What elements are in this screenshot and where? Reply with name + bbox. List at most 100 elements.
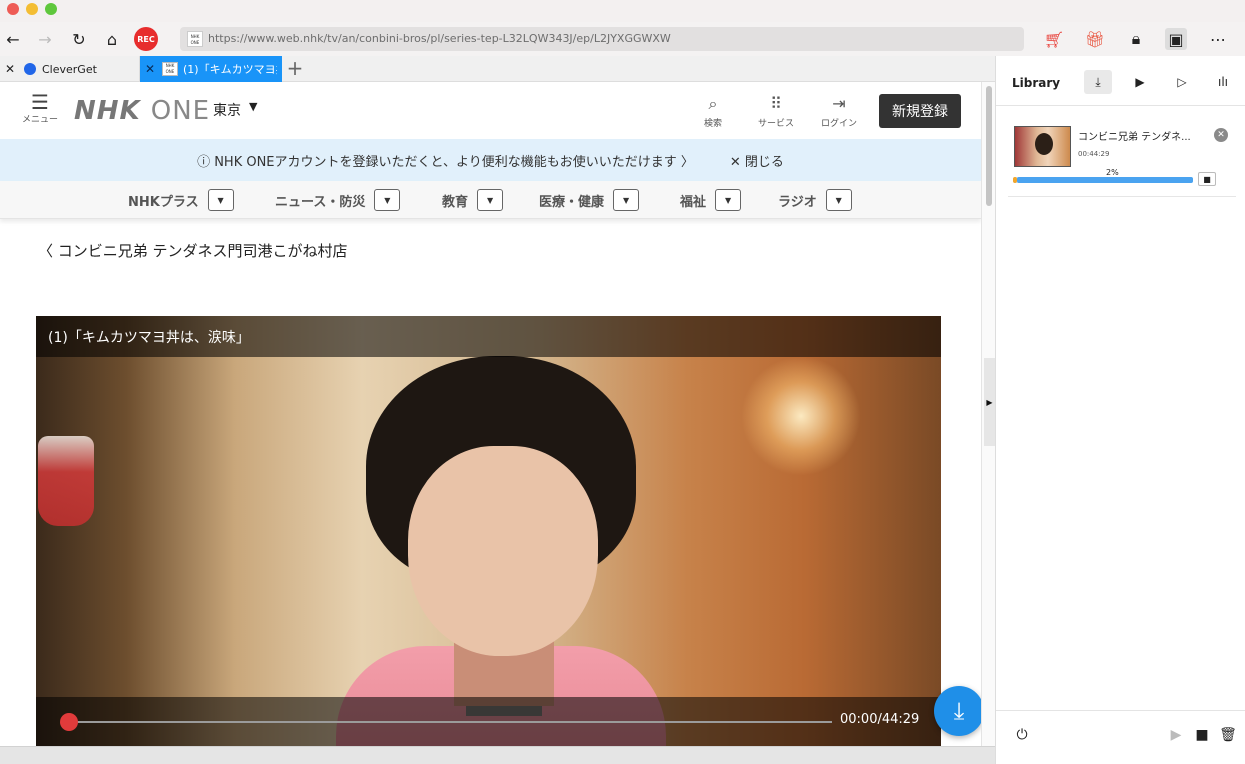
- downloads-tab-icon[interactable]: ⤓: [1084, 70, 1112, 94]
- tab-nhk-episode[interactable]: ✕ NHK ONE (1)「キムカツマヨ丼は、涙味」: [140, 56, 282, 82]
- region-selector[interactable]: 東京: [213, 100, 241, 120]
- zoom-window-button[interactable]: [45, 3, 57, 15]
- category-label: 福祉: [680, 194, 707, 210]
- url-text[interactable]: https://www.web.nhk/tv/an/conbini-bros/p…: [208, 32, 671, 45]
- menu-button[interactable]: ☰ メニュー: [20, 92, 60, 132]
- nhk-one-logo[interactable]: NHK ONE: [74, 96, 210, 126]
- close-window-button[interactable]: [7, 3, 19, 15]
- web-page: ☰ メニュー NHK ONE 東京 ▼ ⌕ 検索 ⠿ サービス ⇥ ログイン 新…: [0, 82, 981, 764]
- media-tab-icon[interactable]: ▷: [1168, 70, 1196, 94]
- trash-icon[interactable]: 🗑︎: [1218, 725, 1238, 745]
- caret-down-icon[interactable]: ▼: [477, 189, 504, 211]
- caret-down-icon[interactable]: ▼: [613, 189, 640, 211]
- category-label: ラジオ: [778, 194, 817, 210]
- category-news[interactable]: ニュース・防災 ▼: [275, 189, 401, 211]
- tab-close-icon[interactable]: ✕: [142, 62, 158, 76]
- video-frame-cup: [38, 436, 94, 526]
- seek-handle[interactable]: [60, 713, 78, 731]
- category-health[interactable]: 医療・健康 ▼: [539, 189, 640, 211]
- home-icon[interactable]: ⌂: [101, 28, 123, 50]
- series-breadcrumb[interactable]: 〈 コンビニ兄弟 テンダネス門司港こがね村店: [38, 240, 348, 261]
- scrollbar-thumb[interactable]: [986, 86, 992, 206]
- caret-down-icon[interactable]: ▼: [825, 189, 852, 211]
- tab-close-icon[interactable]: ✕: [2, 62, 18, 76]
- window-titlebar: [0, 0, 1245, 22]
- tab-label: (1)「キムカツマヨ丼は、涙味」: [183, 63, 277, 76]
- video-tab-icon[interactable]: ▶: [1126, 70, 1154, 94]
- menu-label: メニュー: [21, 115, 58, 125]
- download-item[interactable]: コンビニ兄弟 テンダネ... 00:44:29 ✕ 2% ■: [1008, 124, 1236, 196]
- account-banner: ⓘ NHK ONEアカウントを登録いただくと、より便利な機能もお使いいただけます…: [0, 139, 981, 181]
- category-nav: NHKプラス ▼ ニュース・防災 ▼ 教育 ▼ 医療・健康 ▼ 福祉 ▼ ラジオ…: [0, 181, 981, 219]
- back-arrow-icon[interactable]: ←: [2, 28, 24, 50]
- caret-down-icon[interactable]: ▼: [715, 189, 742, 211]
- banner-text[interactable]: ⓘ NHK ONEアカウントを登録いただくと、より便利な機能もお使いいただけます…: [197, 151, 694, 170]
- stop-icon[interactable]: ■: [1192, 725, 1212, 745]
- breadcrumb-text: コンビニ兄弟 テンダネス門司港こがね村店: [57, 242, 348, 260]
- login-button[interactable]: ⇥ ログイン: [809, 94, 869, 129]
- time-readout: 00:00/44:29: [840, 712, 920, 727]
- cart-icon[interactable]: 🛒︎: [1043, 28, 1065, 50]
- category-label: 医療・健康: [539, 194, 605, 210]
- category-education[interactable]: 教育 ▼: [442, 189, 504, 211]
- search-button[interactable]: ⌕ 検索: [683, 94, 743, 129]
- download-icon[interactable]: ⤓: [934, 686, 984, 736]
- browser-toolbar: ← → ↻ ⌂ REC NHK ONE https://www.web.nhk/…: [0, 22, 1245, 56]
- video-frame-face: [408, 446, 598, 656]
- library-toggle-icon[interactable]: ▣: [1165, 28, 1187, 50]
- library-footer: ⏻ ▶ ■ 🗑︎: [996, 710, 1245, 764]
- power-icon[interactable]: ⏻: [1012, 725, 1032, 745]
- search-label: 検索: [703, 119, 722, 129]
- progress-track: [1017, 177, 1193, 183]
- login-label: ログイン: [820, 119, 857, 129]
- library-header: Library ⤓ ▶ ▷ ılı: [996, 56, 1245, 106]
- seek-bar[interactable]: [68, 721, 832, 723]
- caret-down-icon[interactable]: ▼: [374, 189, 401, 211]
- player-title: (1)「キムカツマヨ丼は、涙味」: [48, 330, 250, 346]
- library-panel: Library ⤓ ▶ ▷ ılı コンビニ兄弟 テンダネ... 00:44:2…: [995, 56, 1245, 764]
- category-label: ニュース・防災: [275, 194, 366, 210]
- video-frame-lamp: [741, 356, 861, 476]
- gift-icon[interactable]: 🎁︎: [1084, 28, 1106, 50]
- lock-icon[interactable]: 🔒︎: [1125, 28, 1147, 50]
- url-bar[interactable]: NHK ONE https://www.web.nhk/tv/an/conbin…: [180, 27, 1024, 51]
- minimize-window-button[interactable]: [26, 3, 38, 15]
- nhk-favicon-icon: NHK ONE: [162, 62, 178, 76]
- forward-arrow-icon[interactable]: →: [34, 28, 56, 50]
- services-label: サービス: [757, 119, 794, 129]
- reload-icon[interactable]: ↻: [68, 28, 90, 50]
- remove-item-icon[interactable]: ✕: [1214, 128, 1228, 142]
- more-menu-icon[interactable]: ⋯: [1207, 28, 1229, 50]
- nhk-header: ☰ メニュー NHK ONE 東京 ▼ ⌕ 検索 ⠿ サービス ⇥ ログイン 新…: [0, 82, 981, 139]
- panel-collapse-icon[interactable]: ▶: [984, 358, 995, 446]
- logo-nhk-text: NHK: [74, 96, 141, 126]
- tab-cleverget[interactable]: ✕ CleverGet: [0, 56, 140, 82]
- login-icon: ⇥: [832, 94, 846, 113]
- banner-close-button[interactable]: ✕ 閉じる: [730, 151, 784, 170]
- caret-down-icon[interactable]: ▼: [207, 189, 234, 211]
- thumbnail-figure: [1035, 133, 1053, 155]
- progress-fill: [1013, 177, 1017, 183]
- category-label: 教育: [442, 194, 469, 210]
- library-title: Library: [1012, 76, 1061, 90]
- stop-item-icon[interactable]: ■: [1198, 172, 1216, 186]
- services-button[interactable]: ⠿ サービス: [746, 94, 806, 129]
- cleverget-logo-icon: [24, 63, 36, 75]
- video-player[interactable]: (1)「キムカツマヨ丼は、涙味」 00:00/44:29: [36, 316, 941, 764]
- new-tab-icon[interactable]: +: [284, 56, 306, 82]
- category-radio[interactable]: ラジオ ▼: [778, 189, 852, 211]
- tab-label: CleverGet: [42, 62, 97, 76]
- caret-down-icon[interactable]: ▼: [249, 100, 257, 113]
- audio-tab-icon[interactable]: ılı: [1209, 70, 1237, 94]
- play-icon[interactable]: ▶: [1166, 725, 1186, 745]
- chevron-left-icon: 〈: [38, 242, 58, 260]
- item-title: コンビニ兄弟 テンダネ...: [1078, 132, 1191, 143]
- category-welfare[interactable]: 福祉 ▼: [680, 189, 742, 211]
- site-favicon-icon: NHK ONE: [187, 31, 203, 47]
- category-nhk-plus[interactable]: NHKプラス ▼: [128, 189, 234, 211]
- item-progress-bar: [1013, 177, 1193, 183]
- item-percent: 2%: [1106, 168, 1119, 177]
- signup-button[interactable]: 新規登録: [879, 94, 961, 128]
- logo-one-text: ONE: [150, 96, 211, 126]
- record-button[interactable]: REC: [134, 27, 158, 51]
